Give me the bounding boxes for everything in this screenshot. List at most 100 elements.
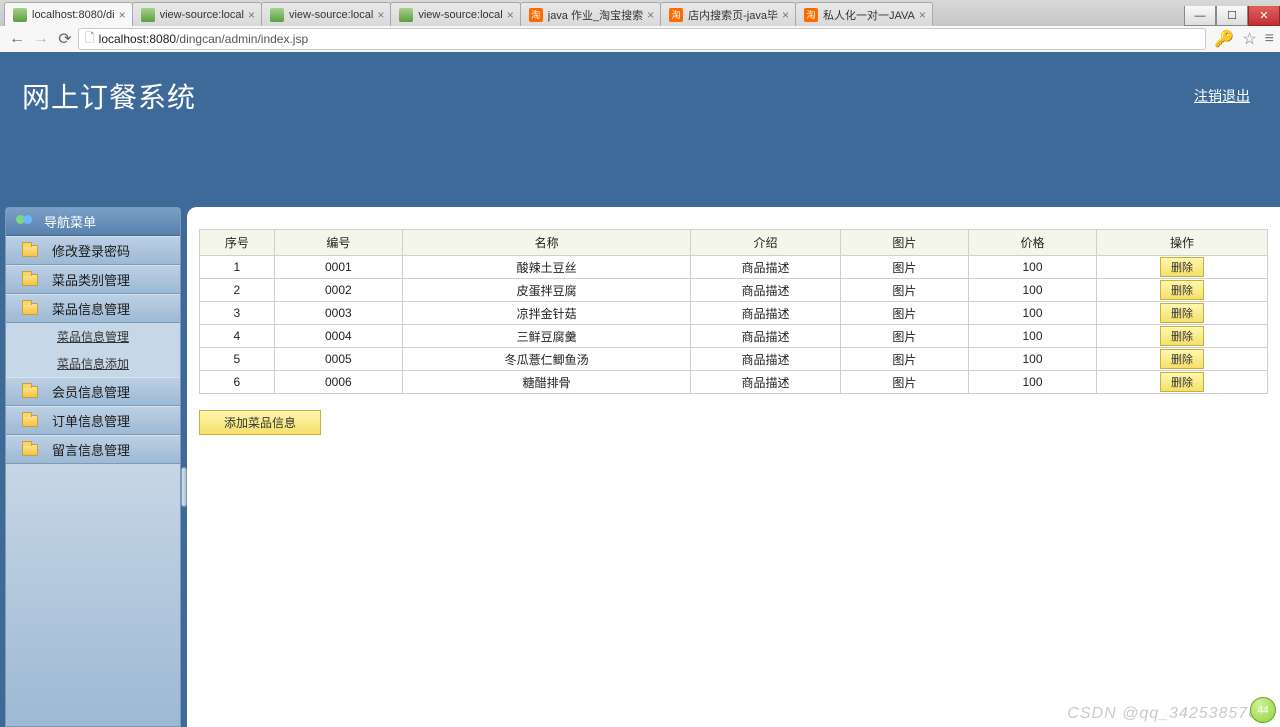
sidebar-item-label: 留言信息管理	[52, 440, 130, 459]
delete-button[interactable]: 删除	[1160, 280, 1204, 300]
sidebar-scrollbar[interactable]	[181, 467, 187, 507]
browser-tab[interactable]: view-source:local×	[390, 2, 520, 26]
table-cell: 0005	[274, 348, 402, 371]
table-cell: 0001	[274, 256, 402, 279]
sidebar-item[interactable]: 订单信息管理	[6, 406, 180, 435]
table-cell: 100	[968, 325, 1096, 348]
table-header: 名称	[402, 230, 690, 256]
browser-tab[interactable]: 店内搜索页-java毕 ×	[660, 2, 796, 26]
delete-button[interactable]: 删除	[1160, 349, 1204, 369]
watermark: CSDN @qq_3425385768	[1067, 705, 1268, 723]
folder-icon	[22, 245, 38, 257]
sidebar: 导航菜单 修改登录密码菜品类别管理菜品信息管理菜品信息管理菜品信息添加会员信息管…	[5, 207, 181, 727]
table-cell-actions: 删除	[1097, 302, 1268, 325]
delete-button[interactable]: 删除	[1160, 257, 1204, 277]
table-cell: 图片	[840, 302, 968, 325]
favicon	[399, 8, 413, 22]
delete-button[interactable]: 删除	[1160, 303, 1204, 323]
table-cell-actions: 删除	[1097, 325, 1268, 348]
url-host: localhost	[99, 32, 146, 46]
dish-table: 序号编号名称介绍图片价格操作 10001酸辣土豆丝商品描述图片100删除2000…	[199, 229, 1268, 394]
url-port: :8080	[146, 32, 176, 46]
sidebar-item[interactable]: 菜品信息管理	[6, 294, 180, 323]
table-cell: 图片	[840, 256, 968, 279]
sidebar-subitem[interactable]: 菜品信息添加	[6, 350, 180, 377]
tab-label: localhost:8080/di	[32, 9, 115, 21]
menu-icon[interactable]: ≡	[1265, 30, 1274, 48]
table-row: 30003凉拌金针菇商品描述图片100删除	[200, 302, 1268, 325]
window-buttons: — ☐ ✕	[1184, 6, 1280, 26]
window-minimize[interactable]: —	[1184, 6, 1216, 26]
table-cell: 5	[200, 348, 275, 371]
table-cell: 酸辣土豆丝	[402, 256, 690, 279]
table-cell: 3	[200, 302, 275, 325]
table-cell: 0006	[274, 371, 402, 394]
browser-tab[interactable]: view-source:local ×	[132, 2, 262, 26]
tab-close-icon[interactable]: ×	[119, 8, 126, 22]
bookmark-icon[interactable]: ☆	[1242, 29, 1256, 49]
table-cell: 2	[200, 279, 275, 302]
tab-close-icon[interactable]: ×	[782, 8, 789, 22]
table-cell: 100	[968, 256, 1096, 279]
table-header: 编号	[274, 230, 402, 256]
delete-button[interactable]: 删除	[1160, 372, 1204, 392]
sidebar-item[interactable]: 菜品类别管理	[6, 265, 180, 294]
folder-icon	[22, 386, 38, 398]
table-cell: 商品描述	[691, 302, 841, 325]
url-input[interactable]: 🗋 localhost:8080/dingcan/admin/index.jsp	[78, 28, 1206, 50]
tab-label: view-source:local	[160, 9, 244, 21]
tab-close-icon[interactable]: ×	[377, 8, 384, 22]
table-header: 介绍	[691, 230, 841, 256]
tab-label: java 作业_淘宝搜索	[548, 7, 643, 23]
browser-tab[interactable]: java 作业_淘宝搜索 ×	[520, 2, 661, 26]
table-cell: 皮蛋拌豆腐	[402, 279, 690, 302]
table-row: 60006糖醋排骨商品描述图片100删除	[200, 371, 1268, 394]
sidebar-subitem[interactable]: 菜品信息管理	[6, 323, 180, 350]
favicon	[529, 8, 543, 22]
sidebar-item-label: 菜品类别管理	[52, 270, 130, 289]
table-cell-actions: 删除	[1097, 348, 1268, 371]
browser-tab[interactable]: localhost:8080/di ×	[4, 2, 133, 26]
table-cell: 图片	[840, 348, 968, 371]
browser-tab[interactable]: 私人化一对一JAVA ×	[795, 2, 933, 26]
nav-forward[interactable]: →	[30, 28, 52, 50]
nav-back[interactable]: ←	[6, 28, 28, 50]
sidebar-item-label: 会员信息管理	[52, 382, 130, 401]
table-cell: 三鲜豆腐羹	[402, 325, 690, 348]
tab-close-icon[interactable]: ×	[919, 8, 926, 22]
extension-badge[interactable]: 44	[1250, 697, 1276, 723]
table-cell: 0002	[274, 279, 402, 302]
sidebar-item[interactable]: 修改登录密码	[6, 236, 180, 265]
add-dish-button[interactable]: 添加菜品信息	[199, 410, 321, 435]
tab-close-icon[interactable]: ×	[248, 8, 255, 22]
site-info-icon[interactable]: 🔑	[1214, 29, 1234, 49]
tab-label: 店内搜索页-java毕	[688, 7, 778, 23]
window-close[interactable]: ✕	[1248, 6, 1280, 26]
tab-close-icon[interactable]: ×	[507, 8, 514, 22]
table-cell: 凉拌金针菇	[402, 302, 690, 325]
sidebar-item-label: 修改登录密码	[52, 241, 130, 260]
table-cell: 商品描述	[691, 279, 841, 302]
table-cell: 1	[200, 256, 275, 279]
tab-close-icon[interactable]: ×	[647, 8, 654, 22]
window-maximize[interactable]: ☐	[1216, 6, 1248, 26]
sidebar-submenu: 菜品信息管理菜品信息添加	[6, 323, 180, 377]
table-cell: 图片	[840, 371, 968, 394]
table-cell: 商品描述	[691, 256, 841, 279]
table-cell: 糖醋排骨	[402, 371, 690, 394]
table-cell: 冬瓜薏仁鲫鱼汤	[402, 348, 690, 371]
sidebar-item[interactable]: 会员信息管理	[6, 377, 180, 406]
tab-label: 私人化一对一JAVA	[823, 7, 915, 23]
favicon	[13, 8, 27, 22]
browser-tabs: localhost:8080/di×view-source:local×view…	[0, 0, 1280, 26]
browser-tab[interactable]: view-source:local×	[261, 2, 391, 26]
table-cell: 100	[968, 302, 1096, 325]
table-cell: 商品描述	[691, 348, 841, 371]
logout-link[interactable]: 注销退出	[1194, 86, 1250, 106]
sidebar-header-label: 导航菜单	[44, 212, 96, 231]
sidebar-item[interactable]: 留言信息管理	[6, 435, 180, 464]
nav-reload[interactable]: ⟳	[54, 28, 76, 50]
table-cell: 图片	[840, 279, 968, 302]
sidebar-item-label: 菜品信息管理	[52, 299, 130, 318]
delete-button[interactable]: 删除	[1160, 326, 1204, 346]
